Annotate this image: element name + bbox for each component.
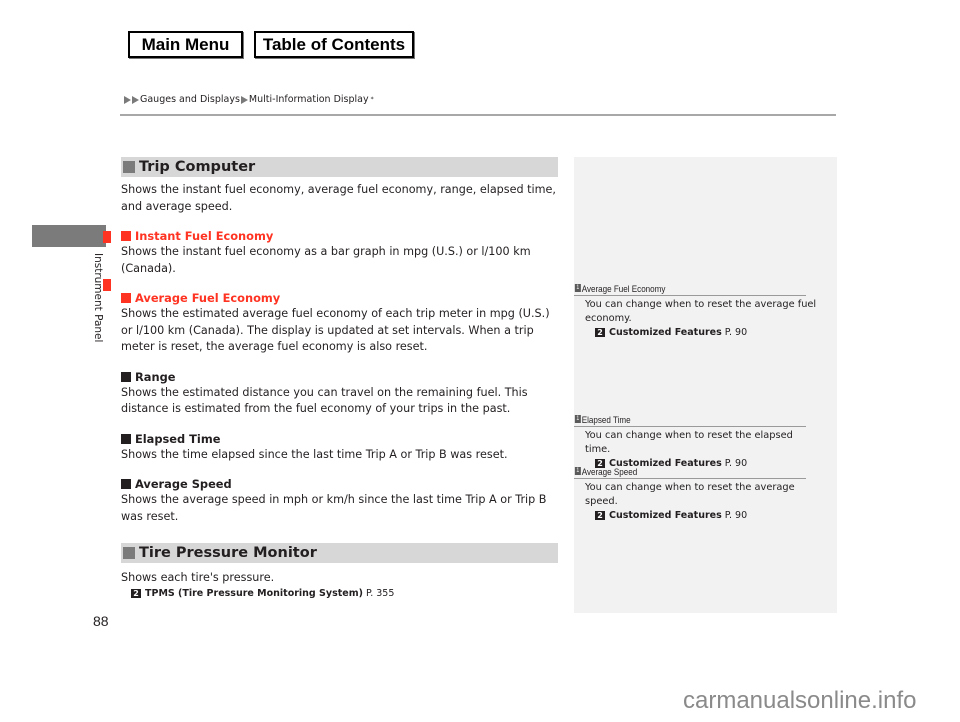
note-heading: 1 Average Speed xyxy=(574,465,800,477)
chapter-label: Instrument Panel xyxy=(92,253,104,343)
breadcrumb-arrow-icon xyxy=(124,95,131,104)
note-average-speed: 1 Average Speed You can change when to r… xyxy=(574,465,837,521)
note-title: Elapsed Time xyxy=(581,413,631,425)
breadcrumb-arrow-icon xyxy=(240,95,248,104)
note-text: You can change when to reset the elapsed… xyxy=(585,430,793,455)
section-heading-trip-computer: Trip Computer xyxy=(121,157,558,177)
xref-label: TPMS (Tire Pressure Monitoring System) xyxy=(145,587,363,599)
chapter-tab[interactable] xyxy=(32,225,106,247)
note-divider xyxy=(574,295,806,296)
subsection-title: Average Fuel Economy xyxy=(135,291,281,305)
note-divider xyxy=(574,426,806,427)
customized-features-link[interactable]: 2 Customized Features P. 90 xyxy=(595,327,837,338)
breadcrumb: Gauges and Displays Multi-Information Di… xyxy=(124,94,374,105)
xref-page: P. 90 xyxy=(724,510,748,521)
footnote-asterisk: * xyxy=(370,96,374,103)
bullet-square-icon xyxy=(121,371,131,382)
subsection-title: Elapsed Time xyxy=(135,431,221,446)
subsection-text: Shows the estimated distance you can tra… xyxy=(121,385,528,416)
table-of-contents-button[interactable]: Table of Contents xyxy=(254,31,414,58)
bullet-square-icon xyxy=(121,479,131,489)
note-heading: 1 Elapsed Time xyxy=(574,413,800,425)
xref-page: P. 90 xyxy=(724,327,748,338)
subsection-text: Shows the instant fuel economy as a bar … xyxy=(121,245,531,275)
subsection-text: Shows the time elapsed since the last ti… xyxy=(121,447,508,461)
subsection-text: Shows the estimated average fuel economy… xyxy=(121,307,550,353)
heading-square-icon xyxy=(123,547,135,559)
note-marker-icon: 1 xyxy=(574,415,581,423)
subsection-title: Instant Fuel Economy xyxy=(135,229,274,243)
subsection-heading: Instant Fuel Economy xyxy=(121,229,558,243)
xref-page: P. 355 xyxy=(365,587,395,599)
main-menu-button[interactable]: Main Menu xyxy=(128,31,243,58)
bullet-square-icon xyxy=(121,231,131,241)
heading-square-icon xyxy=(123,161,135,173)
subsection-heading: Elapsed Time xyxy=(121,432,558,446)
subsection-heading: Average Speed xyxy=(121,477,558,491)
section-title: Tire Pressure Monitor xyxy=(139,545,317,561)
subsection-range: Range Shows the estimated distance you c… xyxy=(121,370,558,418)
subsection-average-speed: Average Speed Shows the average speed in… xyxy=(121,477,558,525)
section-heading-tire-pressure-monitor: Tire Pressure Monitor xyxy=(121,543,558,563)
subsection-average-fuel-economy: Average Fuel Economy Shows the estimated… xyxy=(121,291,558,356)
note-elapsed-time: 1 Elapsed Time You can change when to re… xyxy=(574,413,837,469)
chapter-marker-icon xyxy=(103,279,111,291)
chapter-marker-icon xyxy=(103,231,111,243)
note-divider xyxy=(574,478,806,479)
cross-reference-arrow-icon: 2 xyxy=(595,511,605,520)
notes-panel: 1 Average Fuel Economy You can change wh… xyxy=(574,157,837,613)
header-divider xyxy=(120,114,836,116)
subsection-elapsed-time: Elapsed Time Shows the time elapsed sinc… xyxy=(121,432,558,464)
section-title: Trip Computer xyxy=(139,159,256,175)
subsection-text: Shows the average speed in mph or km/h s… xyxy=(121,493,547,523)
watermark: carmanualsonline.info xyxy=(683,687,917,714)
breadcrumb-arrow-icon xyxy=(132,95,139,104)
subsection-heading: Range xyxy=(121,370,558,384)
cross-reference-arrow-icon: 2 xyxy=(131,588,141,598)
note-marker-icon: 1 xyxy=(574,284,581,292)
customized-features-link[interactable]: 2 Customized Features P. 90 xyxy=(595,510,837,521)
subsection-heading: Average Fuel Economy xyxy=(121,291,558,305)
breadcrumb-multi-information-display[interactable]: Multi-Information Display xyxy=(249,94,369,105)
note-text: You can change when to reset the average… xyxy=(585,482,795,507)
subsection-title: Range xyxy=(135,369,176,384)
subsection-title: Average Speed xyxy=(135,477,232,491)
cross-reference-arrow-icon: 2 xyxy=(595,328,605,337)
xref-label: Customized Features xyxy=(609,510,722,521)
tpms-cross-reference-link[interactable]: 2 TPMS (Tire Pressure Monitoring System)… xyxy=(131,588,558,599)
subsection-instant-fuel-economy: Instant Fuel Economy Shows the instant f… xyxy=(121,229,558,277)
note-average-fuel-economy: 1 Average Fuel Economy You can change wh… xyxy=(574,282,837,338)
section-intro: Shows each tire's pressure. xyxy=(121,571,275,584)
section-intro: Shows the instant fuel economy, average … xyxy=(121,183,556,213)
breadcrumb-gauges-and-displays[interactable]: Gauges and Displays xyxy=(140,94,240,105)
bullet-square-icon xyxy=(121,433,131,444)
note-title: Average Fuel Economy xyxy=(581,282,666,294)
bullet-square-icon xyxy=(121,293,131,303)
page-number: 88 xyxy=(93,613,109,629)
note-marker-icon: 1 xyxy=(574,467,581,475)
note-heading: 1 Average Fuel Economy xyxy=(574,282,800,294)
main-content: Trip Computer Shows the instant fuel eco… xyxy=(121,157,558,599)
xref-label: Customized Features xyxy=(609,327,722,338)
note-title: Average Speed xyxy=(581,465,638,477)
note-text: You can change when to reset the average… xyxy=(585,299,817,324)
